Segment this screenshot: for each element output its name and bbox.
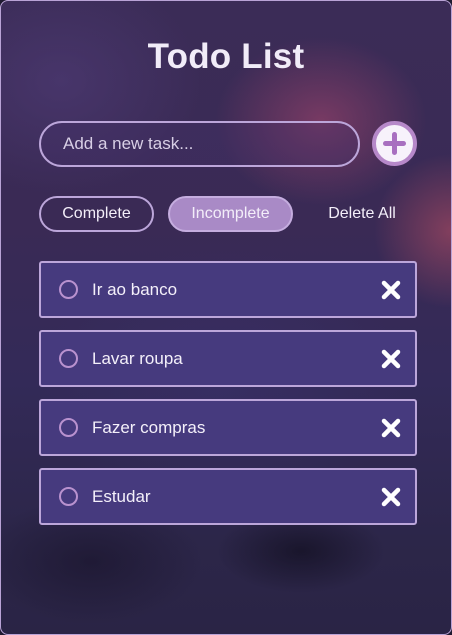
delete-task-button[interactable]: [379, 347, 403, 371]
filter-complete-button[interactable]: Complete: [39, 196, 154, 232]
circle-checkbox-icon[interactable]: [59, 349, 78, 368]
delete-task-button[interactable]: [379, 416, 403, 440]
page-title: Todo List: [147, 37, 305, 76]
circle-checkbox-icon[interactable]: [59, 280, 78, 299]
task-list: Ir ao banco Lavar roupa Fazer compras Es…: [39, 261, 417, 537]
task-item: Lavar roupa: [39, 330, 417, 387]
todo-app: Todo List Complete Incomplete Delete All…: [0, 0, 452, 635]
delete-all-button[interactable]: Delete All: [307, 196, 417, 232]
filter-bar: Complete Incomplete Delete All: [39, 196, 419, 232]
close-icon: [381, 418, 401, 438]
add-task-button[interactable]: [372, 121, 417, 166]
delete-task-button[interactable]: [379, 278, 403, 302]
delete-task-button[interactable]: [379, 485, 403, 509]
new-task-row: [39, 121, 417, 167]
new-task-input[interactable]: [39, 121, 360, 167]
close-icon: [381, 349, 401, 369]
task-item: Fazer compras: [39, 399, 417, 456]
close-icon: [381, 280, 401, 300]
filter-incomplete-button[interactable]: Incomplete: [168, 196, 293, 232]
task-text: Estudar: [92, 487, 151, 506]
plus-icon: [383, 132, 406, 155]
task-text: Ir ao banco: [92, 280, 178, 299]
task-text: Fazer compras: [92, 418, 206, 437]
task-item: Estudar: [39, 468, 417, 525]
task-text: Lavar roupa: [92, 349, 183, 368]
circle-checkbox-icon[interactable]: [59, 487, 78, 506]
circle-checkbox-icon[interactable]: [59, 418, 78, 437]
task-item: Ir ao banco: [39, 261, 417, 318]
close-icon: [381, 487, 401, 507]
